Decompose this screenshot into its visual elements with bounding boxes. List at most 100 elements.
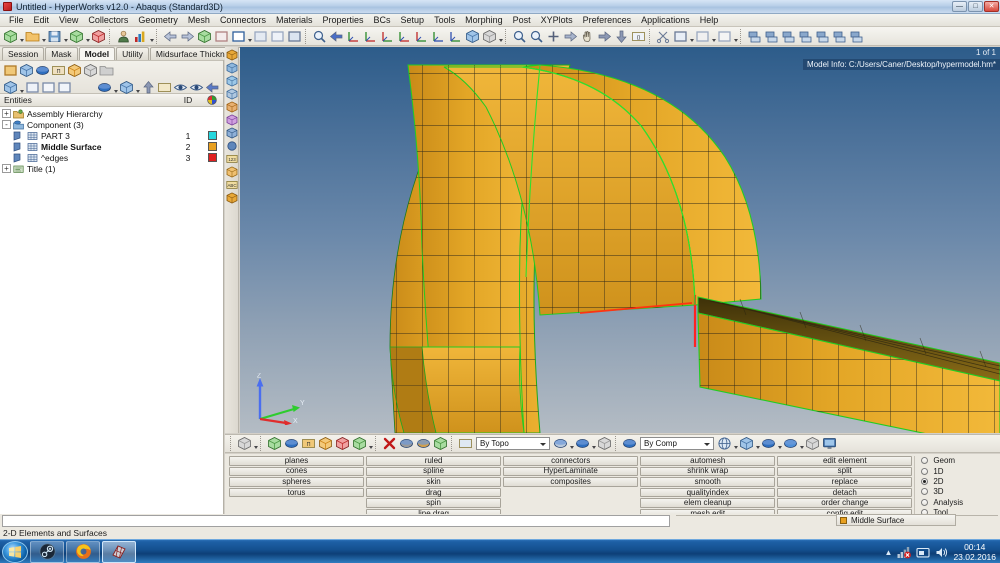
command-button-edit-element[interactable]: edit element — [777, 456, 913, 466]
capture-icon[interactable] — [781, 29, 796, 44]
rotate-left-icon[interactable] — [329, 29, 344, 44]
steam-icon[interactable] — [30, 540, 64, 563]
wireframe-view-icon[interactable] — [270, 29, 285, 44]
by-comp-color-icon[interactable] — [622, 436, 637, 451]
vp-number-icon[interactable] — [226, 140, 238, 152]
view-iso3-icon[interactable] — [431, 29, 446, 44]
command-button-detach[interactable]: detach — [777, 487, 913, 498]
tree-item-flag-icon[interactable] — [13, 142, 24, 152]
firefox-icon[interactable] — [66, 540, 100, 563]
print-all-icon[interactable] — [764, 29, 779, 44]
geometry-color-icon[interactable] — [267, 436, 282, 451]
expand-all-icon[interactable] — [57, 80, 72, 95]
select-shaded-icon[interactable] — [575, 436, 590, 451]
view-xy-icon[interactable] — [346, 29, 361, 44]
hide-all-icon[interactable] — [189, 80, 204, 95]
export-solver-icon[interactable] — [91, 29, 106, 44]
copy-icon[interactable] — [673, 29, 688, 44]
start-orb-icon[interactable] — [2, 540, 28, 563]
browser-view-icon[interactable] — [3, 63, 18, 78]
vp-label-icon[interactable] — [226, 166, 238, 178]
hyperworks-icon[interactable] — [102, 540, 136, 563]
command-button-smooth[interactable]: smooth — [640, 477, 776, 487]
command-button-split[interactable]: split — [777, 466, 913, 477]
vp-id-icon[interactable]: 123 — [225, 153, 238, 165]
tree-item-color-swatch[interactable] — [201, 131, 223, 140]
note-icon[interactable] — [157, 80, 172, 95]
network-icon[interactable] — [897, 546, 912, 559]
new-session-icon[interactable] — [3, 29, 18, 44]
command-button-composites[interactable]: composites — [503, 477, 639, 487]
command-button-hyperlaminate[interactable]: HyperLaminate — [503, 466, 639, 477]
vp-shrink-icon[interactable] — [226, 101, 238, 113]
paste-icon[interactable] — [695, 29, 710, 44]
shaded-mode-icon[interactable] — [119, 80, 134, 95]
tree-row[interactable]: + Title (1) — [0, 163, 223, 174]
command-button-drag[interactable]: drag — [366, 487, 502, 498]
shaded-mesh-icon[interactable] — [739, 436, 754, 451]
tree-expander[interactable]: + — [2, 109, 11, 118]
transparent-icon[interactable] — [783, 436, 798, 451]
command-button-order-change[interactable]: order change — [777, 498, 913, 508]
shaded-flat-icon[interactable] — [761, 436, 776, 451]
view-rotate-icon[interactable] — [448, 29, 463, 44]
menu-morphing[interactable]: Morphing — [460, 14, 508, 27]
by-topo-color-icon[interactable] — [458, 436, 473, 451]
display-mode-icon[interactable] — [97, 80, 112, 95]
fit-view-icon[interactable] — [197, 29, 212, 44]
vp-solid-icon[interactable] — [226, 75, 238, 87]
vp-element-icon[interactable] — [226, 192, 238, 204]
tree-item-color-swatch[interactable] — [201, 142, 223, 151]
vp-geometry-icon[interactable] — [226, 49, 238, 61]
undo-icon[interactable] — [163, 29, 178, 44]
browser-assembly-icon[interactable] — [19, 63, 34, 78]
model-tree[interactable]: + Assembly Hierarchy - Component (3) PART 3 1… — [0, 107, 223, 528]
view-save-icon[interactable] — [465, 29, 480, 44]
menu-tools[interactable]: Tools — [429, 14, 460, 27]
unmask-icon[interactable] — [416, 436, 431, 451]
command-button-torus[interactable]: torus — [229, 487, 365, 498]
mode-radio-geom[interactable]: Geom — [921, 456, 997, 465]
menu-post[interactable]: Post — [508, 14, 536, 27]
tab-utility[interactable]: Utility — [116, 47, 149, 60]
vp-mesh-icon[interactable] — [226, 88, 238, 100]
select-box-icon[interactable] — [597, 436, 612, 451]
isolate-only-icon[interactable] — [25, 80, 40, 95]
browser-include-icon[interactable] — [99, 63, 114, 78]
pan-hand-icon[interactable] — [580, 29, 595, 44]
redo-icon[interactable] — [180, 29, 195, 44]
cut-icon[interactable] — [656, 29, 671, 44]
print-page-icon[interactable] — [747, 29, 762, 44]
command-button-replace[interactable]: replace — [777, 477, 913, 487]
command-button-spheres[interactable]: spheres — [229, 477, 365, 487]
capture-video-icon[interactable] — [815, 29, 830, 44]
zoom-icon[interactable] — [312, 29, 327, 44]
view-zx-icon[interactable] — [380, 29, 395, 44]
vp-tag-icon[interactable]: ABC — [225, 179, 238, 191]
user-profile-icon[interactable] — [116, 29, 131, 44]
material-color-icon[interactable] — [318, 436, 333, 451]
normal-view-icon[interactable] — [231, 29, 246, 44]
menu-file[interactable]: File — [4, 14, 29, 27]
mode-radio-3d[interactable]: 3D — [921, 487, 997, 496]
clip-icon[interactable]: () — [631, 29, 646, 44]
command-button-skin[interactable]: skin — [366, 477, 502, 487]
tree-row[interactable]: - Component (3) — [0, 119, 223, 130]
assembly-color-icon[interactable] — [352, 436, 367, 451]
select-by-comp-combo[interactable]: By Comp — [640, 437, 714, 450]
tab-mask[interactable]: Mask — [45, 47, 78, 60]
menu-mesh[interactable]: Mesh — [183, 14, 215, 27]
taskbar-window-button[interactable]: Middle Surface — [836, 514, 956, 526]
tray-expand-icon[interactable]: ▲ — [885, 548, 893, 557]
delete-icon[interactable] — [717, 29, 732, 44]
action-center-icon[interactable] — [916, 546, 931, 559]
command-button-ruled[interactable]: ruled — [366, 456, 502, 466]
full-screen-icon[interactable] — [822, 436, 837, 451]
menu-preferences[interactable]: Preferences — [578, 14, 637, 27]
command-button-connectors[interactable]: connectors — [503, 456, 639, 466]
3d-viewport[interactable]: 1 of 1 Model Info: C:/Users/Caner/Deskto… — [240, 47, 1000, 433]
pointer-icon[interactable] — [141, 80, 156, 95]
property-color-icon[interactable]: П — [301, 436, 316, 451]
taskbar-clock[interactable]: 00:14 23.02.2016 — [953, 542, 996, 562]
menu-applications[interactable]: Applications — [636, 14, 695, 27]
